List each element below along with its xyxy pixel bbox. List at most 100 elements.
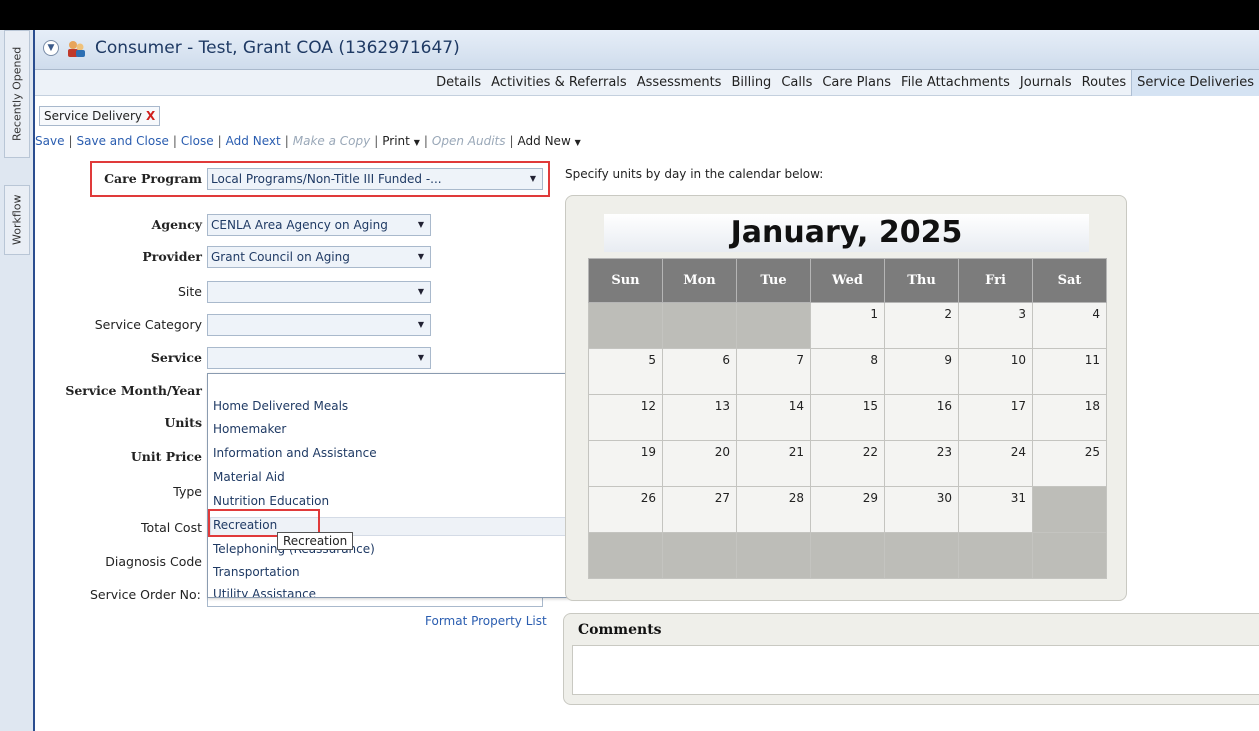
calendar-day-cell[interactable]: 27 xyxy=(662,486,737,533)
service-category-select[interactable]: ▼ xyxy=(207,314,431,336)
calendar-title: January, 2025 xyxy=(604,214,1089,252)
chevron-down-icon: ▼ xyxy=(413,138,420,147)
calendar-empty-cell xyxy=(736,302,811,349)
print-button[interactable]: Print ▼ xyxy=(382,134,420,148)
calendar-day-cell[interactable]: 8 xyxy=(810,348,885,395)
comments-title: Comments xyxy=(578,622,662,638)
calendar-day-cell[interactable]: 5 xyxy=(588,348,663,395)
calendar-day-cell[interactable]: 18 xyxy=(1032,394,1107,441)
calendar-day-cell[interactable]: 3 xyxy=(958,302,1033,349)
chevron-down-icon: ▼ xyxy=(417,320,424,329)
calendar-day-cell[interactable]: 13 xyxy=(662,394,737,441)
calendar-day-cell[interactable]: 19 xyxy=(588,440,663,487)
calendar-empty-cell xyxy=(588,302,663,349)
format-property-list-link[interactable]: Format Property List xyxy=(425,614,547,628)
calendar-day-cell[interactable]: 10 xyxy=(958,348,1033,395)
calendar-day-cell[interactable]: 20 xyxy=(662,440,737,487)
day-header: Mon xyxy=(662,258,737,303)
calendar-day-cell[interactable]: 11 xyxy=(1032,348,1107,395)
service-month-year-label: Service Month/Year xyxy=(65,383,202,398)
calendar-day-cell[interactable]: 2 xyxy=(884,302,959,349)
calendar-day-cell[interactable]: 16 xyxy=(884,394,959,441)
calendar-day-cell[interactable]: 1 xyxy=(810,302,885,349)
comments-panel: Comments xyxy=(563,613,1259,705)
dropdown-item-utility-assistance[interactable]: Utility Assistance xyxy=(213,587,316,597)
calendar-week-row: 12 13 14 15 16 17 18 xyxy=(588,394,1107,441)
agency-label: Agency xyxy=(151,217,202,232)
calendar-day-cell[interactable]: 7 xyxy=(736,348,811,395)
tab-billing[interactable]: Billing xyxy=(726,70,776,96)
site-select[interactable]: ▼ xyxy=(207,281,431,303)
care-program-highlight xyxy=(90,161,550,197)
service-select[interactable]: ▼ xyxy=(207,347,431,369)
main-panel: ▼ Consumer - Test, Grant COA (1362971647… xyxy=(35,30,1259,731)
calendar-header-row: Sun Mon Tue Wed Thu Fri Sat xyxy=(588,258,1107,303)
service-dropdown-list[interactable]: Home Delivered Meals Homemaker Informati… xyxy=(207,373,620,598)
tab-journals[interactable]: Journals xyxy=(1015,70,1077,96)
side-tab-recently-opened[interactable]: Recently Opened xyxy=(4,30,30,158)
calendar-day-cell[interactable]: 26 xyxy=(588,486,663,533)
calendar-day-cell[interactable]: 4 xyxy=(1032,302,1107,349)
calendar-week-row: 1 2 3 4 xyxy=(588,302,1107,349)
dropdown-item-material-aid[interactable]: Material Aid xyxy=(213,470,285,484)
service-category-label: Service Category xyxy=(94,317,202,332)
dropdown-item-information-assistance[interactable]: Information and Assistance xyxy=(213,446,377,460)
provider-select[interactable]: Grant Council on Aging ▼ xyxy=(207,246,431,268)
calendar-day-cell[interactable]: 22 xyxy=(810,440,885,487)
calendar-day-cell[interactable]: 14 xyxy=(736,394,811,441)
tab-assessments[interactable]: Assessments xyxy=(632,70,727,96)
calendar-empty-cell xyxy=(662,302,737,349)
calendar-day-cell[interactable]: 24 xyxy=(958,440,1033,487)
add-next-button[interactable]: Add Next xyxy=(226,134,281,148)
units-label: Units xyxy=(164,415,202,430)
calendar-day-cell[interactable]: 31 xyxy=(958,486,1033,533)
service-order-label: Service Order No: xyxy=(90,587,201,602)
calendar-week-row: 19 20 21 22 23 24 25 xyxy=(588,440,1107,487)
dropdown-item-home-delivered-meals[interactable]: Home Delivered Meals xyxy=(213,399,348,413)
tab-calls[interactable]: Calls xyxy=(776,70,817,96)
calendar-empty-cell xyxy=(1032,486,1107,533)
tab-service-deliveries[interactable]: Service Deliveries xyxy=(1131,70,1259,96)
total-cost-label: Total Cost xyxy=(141,520,202,535)
calendar-day-cell[interactable]: 25 xyxy=(1032,440,1107,487)
calendar-day-cell[interactable]: 21 xyxy=(736,440,811,487)
calendar-day-cell[interactable]: 28 xyxy=(736,486,811,533)
type-label: Type xyxy=(173,484,202,499)
side-tab-workflow[interactable]: Workflow xyxy=(4,185,30,255)
tab-file-attachments[interactable]: File Attachments xyxy=(896,70,1015,96)
diagnosis-code-label: Diagnosis Code xyxy=(105,554,202,569)
add-new-button[interactable]: Add New ▼ xyxy=(518,134,581,148)
chevron-down-icon: ▼ xyxy=(417,353,424,362)
calendar-week-row: 5 6 7 8 9 10 11 xyxy=(588,348,1107,395)
tab-details[interactable]: Details xyxy=(431,70,486,96)
top-black-bar xyxy=(0,0,1259,30)
dropdown-item-homemaker[interactable]: Homemaker xyxy=(213,422,286,436)
chevron-down-icon: ▼ xyxy=(574,138,581,147)
comments-input[interactable] xyxy=(572,645,1259,695)
agency-select[interactable]: CENLA Area Agency on Aging ▼ xyxy=(207,214,431,236)
day-header: Tue xyxy=(736,258,811,303)
tab-routes[interactable]: Routes xyxy=(1077,70,1132,96)
calendar-empty-cell xyxy=(736,532,811,579)
calendar-day-cell[interactable]: 6 xyxy=(662,348,737,395)
calendar-day-cell[interactable]: 29 xyxy=(810,486,885,533)
unit-price-label: Unit Price xyxy=(130,449,202,464)
provider-value: Grant Council on Aging xyxy=(211,250,350,264)
calendar-day-cell[interactable]: 23 xyxy=(884,440,959,487)
day-header: Fri xyxy=(958,258,1033,303)
tab-care-plans[interactable]: Care Plans xyxy=(817,70,896,96)
recreation-tooltip: Recreation xyxy=(277,532,354,550)
calendar-grid: Sun Mon Tue Wed Thu Fri Sat 1 2 3 4 5 6 … xyxy=(588,258,1107,579)
calendar-day-cell[interactable]: 30 xyxy=(884,486,959,533)
dropdown-item-transportation[interactable]: Transportation xyxy=(213,565,300,579)
day-header: Wed xyxy=(810,258,885,303)
calendar-day-cell[interactable]: 12 xyxy=(588,394,663,441)
calendar-day-cell[interactable]: 9 xyxy=(884,348,959,395)
calendar-day-cell[interactable]: 15 xyxy=(810,394,885,441)
tab-activities-referrals[interactable]: Activities & Referrals xyxy=(486,70,632,96)
form-labels: Care Program Agency Provider Site Servic… xyxy=(35,30,202,670)
dropdown-item-nutrition-education[interactable]: Nutrition Education xyxy=(213,494,329,508)
calendar-day-cell[interactable]: 17 xyxy=(958,394,1033,441)
calendar-week-row: 26 27 28 29 30 31 xyxy=(588,486,1107,533)
site-label: Site xyxy=(178,284,202,299)
